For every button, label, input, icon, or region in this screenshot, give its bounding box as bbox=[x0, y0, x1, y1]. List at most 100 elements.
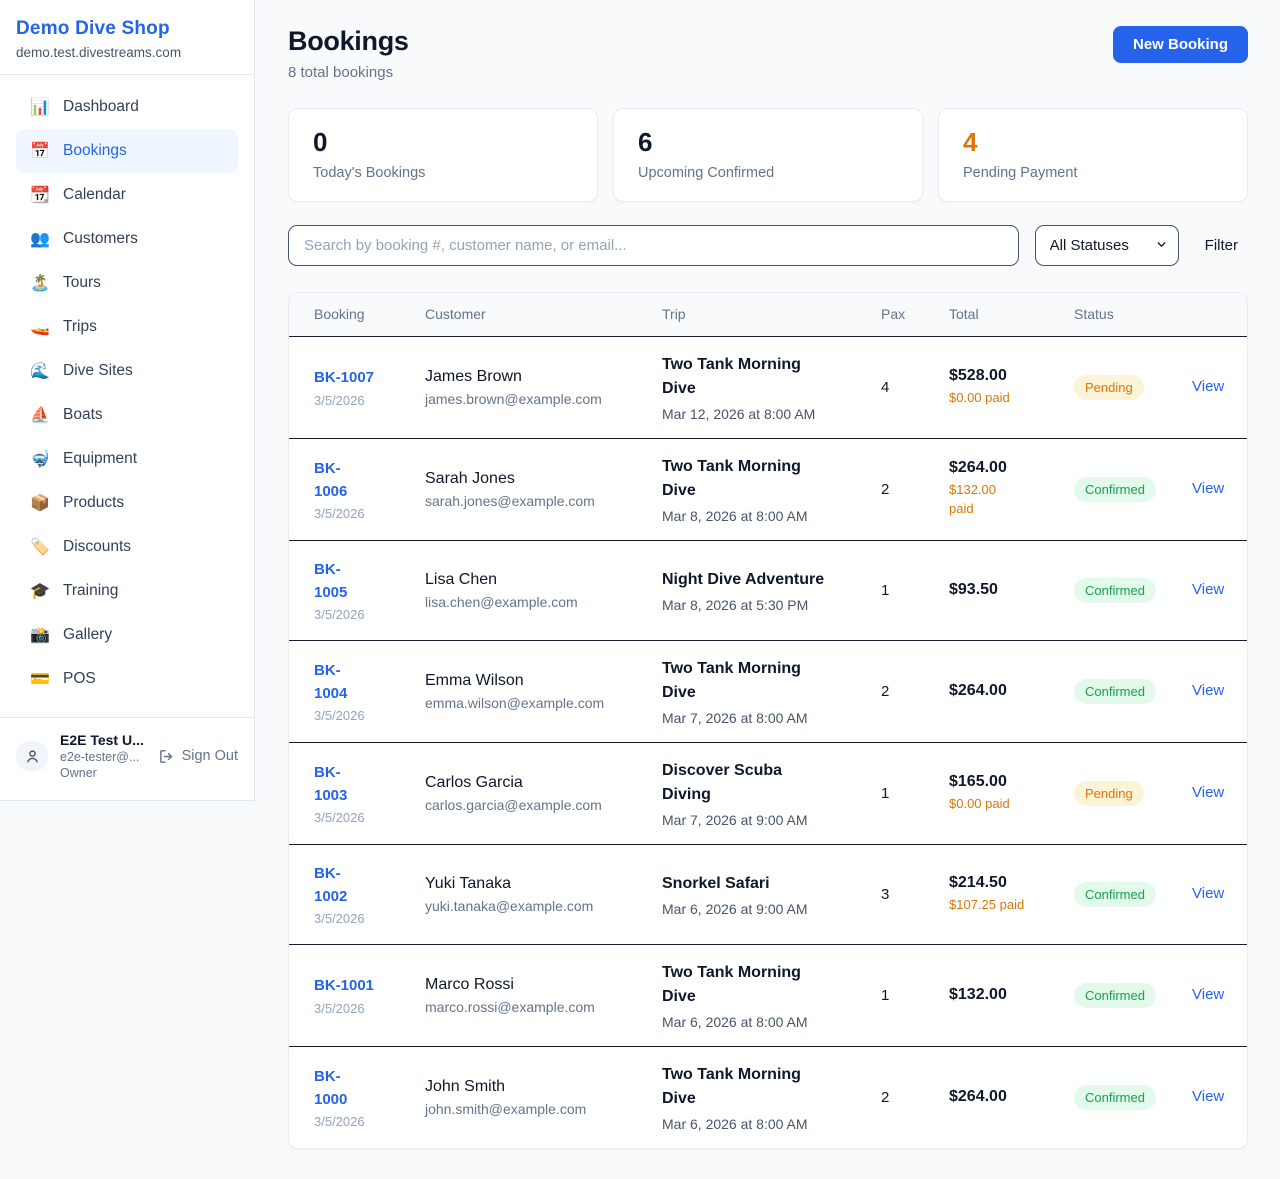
trip-name: Night Dive Adventure bbox=[662, 568, 842, 592]
calendar-icon: 📅 bbox=[30, 141, 50, 161]
customer-name: Sarah Jones bbox=[425, 470, 662, 488]
table-row: BK-1006 3/5/2026 Sarah Jones sarah.jones… bbox=[289, 438, 1247, 540]
booking-id-link[interactable]: BK-1002 bbox=[314, 862, 358, 909]
sign-out-button[interactable]: Sign Out bbox=[158, 748, 238, 765]
stat-label: Upcoming Confirmed bbox=[638, 165, 898, 181]
view-link[interactable]: View bbox=[1192, 986, 1224, 1003]
customer-email: marco.rossi@example.com bbox=[425, 999, 662, 1015]
sidebar-item-pos[interactable]: 💳 POS bbox=[16, 657, 238, 701]
view-link[interactable]: View bbox=[1192, 1088, 1224, 1105]
customer-email: lisa.chen@example.com bbox=[425, 594, 662, 610]
sidebar-item-dashboard[interactable]: 📊 Dashboard bbox=[16, 85, 238, 129]
sidebar-item-trips[interactable]: 🚤 Trips bbox=[16, 305, 238, 349]
total-amount: $264.00 bbox=[949, 682, 1074, 700]
trip-name: Two Tank Morning Dive bbox=[662, 455, 842, 503]
col-booking: Booking bbox=[314, 306, 425, 322]
table-header: Booking Customer Trip Pax Total Status bbox=[289, 293, 1247, 336]
customer-email: sarah.jones@example.com bbox=[425, 493, 662, 509]
stat-value: 0 bbox=[313, 128, 573, 157]
col-status: Status bbox=[1074, 306, 1192, 322]
pax-count: 1 bbox=[881, 582, 949, 599]
sidebar-item-boats[interactable]: ⛵ Boats bbox=[16, 393, 238, 437]
sign-out-icon bbox=[158, 748, 175, 765]
total-amount: $264.00 bbox=[949, 1088, 1074, 1106]
status-badge: Confirmed bbox=[1074, 578, 1156, 603]
table-row: BK-1004 3/5/2026 Emma Wilson emma.wilson… bbox=[289, 640, 1247, 742]
col-pax: Pax bbox=[881, 306, 949, 322]
paid-amount: $0.00 paid bbox=[949, 389, 1074, 408]
trip-name: Two Tank Morning Dive bbox=[662, 961, 842, 1009]
stat-label: Today's Bookings bbox=[313, 165, 573, 181]
user-name: E2E Test U... bbox=[60, 732, 146, 748]
pax-count: 1 bbox=[881, 987, 949, 1004]
customer-name: Carlos Garcia bbox=[425, 774, 662, 792]
booking-id-link[interactable]: BK-1003 bbox=[314, 761, 358, 808]
sidebar-item-bookings[interactable]: 📅 Bookings bbox=[16, 129, 238, 173]
view-link[interactable]: View bbox=[1192, 784, 1224, 801]
customer-name: Lisa Chen bbox=[425, 571, 662, 589]
controls-row: All Statuses Filter bbox=[288, 225, 1248, 266]
search-input[interactable] bbox=[288, 225, 1019, 266]
status-badge: Pending bbox=[1074, 781, 1144, 806]
pax-count: 2 bbox=[881, 1089, 949, 1106]
speedboat-icon: 🚤 bbox=[30, 317, 50, 337]
trip-name: Two Tank Morning Dive bbox=[662, 353, 842, 401]
booking-id-link[interactable]: BK-1001 bbox=[314, 977, 374, 994]
booking-id-link[interactable]: BK-1004 bbox=[314, 659, 358, 706]
sidebar-item-gallery[interactable]: 📸 Gallery bbox=[16, 613, 238, 657]
customer-email: yuki.tanaka@example.com bbox=[425, 898, 662, 914]
booking-id-link[interactable]: BK-1000 bbox=[314, 1065, 358, 1112]
trip-name: Snorkel Safari bbox=[662, 872, 842, 896]
pax-count: 2 bbox=[881, 481, 949, 498]
tearoff-calendar-icon: 📆 bbox=[30, 185, 50, 205]
status-badge: Confirmed bbox=[1074, 882, 1156, 907]
filter-button[interactable]: Filter bbox=[1195, 237, 1248, 254]
bookings-count: 8 total bookings bbox=[288, 64, 409, 81]
status-badge: Confirmed bbox=[1074, 1085, 1156, 1110]
sidebar-item-training[interactable]: 🎓 Training bbox=[16, 569, 238, 613]
user-email: e2e-tester@... bbox=[60, 750, 146, 764]
view-link[interactable]: View bbox=[1192, 378, 1224, 395]
total-amount: $93.50 bbox=[949, 581, 1074, 599]
sidebar-item-products[interactable]: 📦 Products bbox=[16, 481, 238, 525]
table-row: BK-1007 3/5/2026 James Brown james.brown… bbox=[289, 336, 1247, 438]
sidebar-item-discounts[interactable]: 🏷️ Discounts bbox=[16, 525, 238, 569]
trip-datetime: Mar 12, 2026 at 8:00 AM bbox=[662, 406, 881, 422]
pax-count: 4 bbox=[881, 379, 949, 396]
col-trip: Trip bbox=[662, 306, 881, 322]
table-row: BK-1001 3/5/2026 Marco Rossi marco.rossi… bbox=[289, 944, 1247, 1046]
shop-name: Demo Dive Shop bbox=[16, 18, 238, 40]
sidebar-item-dive-sites[interactable]: 🌊 Dive Sites bbox=[16, 349, 238, 393]
sidebar-item-equipment[interactable]: 🤿 Equipment bbox=[16, 437, 238, 481]
sidebar-nav: 📊 Dashboard 📅 Bookings 📆 Calendar 👥 Cust… bbox=[0, 75, 254, 709]
trip-datetime: Mar 8, 2026 at 5:30 PM bbox=[662, 597, 881, 613]
sign-out-label: Sign Out bbox=[182, 748, 238, 764]
graduation-cap-icon: 🎓 bbox=[30, 581, 50, 601]
paid-amount: $107.25 paid bbox=[949, 896, 1074, 915]
new-booking-button[interactable]: New Booking bbox=[1113, 26, 1248, 63]
page-header-text: Bookings 8 total bookings bbox=[288, 26, 409, 81]
view-link[interactable]: View bbox=[1192, 480, 1224, 497]
people-icon: 👥 bbox=[30, 229, 50, 249]
customer-name: John Smith bbox=[425, 1078, 662, 1096]
sidebar-item-calendar[interactable]: 📆 Calendar bbox=[16, 173, 238, 217]
sidebar-item-tours[interactable]: 🏝️ Tours bbox=[16, 261, 238, 305]
view-link[interactable]: View bbox=[1192, 885, 1224, 902]
view-link[interactable]: View bbox=[1192, 581, 1224, 598]
page-header: Bookings 8 total bookings New Booking bbox=[288, 26, 1248, 81]
booking-date: 3/5/2026 bbox=[314, 607, 425, 622]
view-link[interactable]: View bbox=[1192, 682, 1224, 699]
customer-name: Emma Wilson bbox=[425, 672, 662, 690]
bar-chart-icon: 📊 bbox=[30, 97, 50, 117]
tag-icon: 🏷️ bbox=[30, 537, 50, 557]
user-role: Owner bbox=[60, 766, 146, 780]
booking-id-link[interactable]: BK-1006 bbox=[314, 457, 358, 504]
booking-id-link[interactable]: BK-1005 bbox=[314, 558, 358, 605]
stat-card: 0 Today's Bookings bbox=[288, 108, 598, 202]
sidebar-item-customers[interactable]: 👥 Customers bbox=[16, 217, 238, 261]
booking-id-link[interactable]: BK-1007 bbox=[314, 369, 374, 386]
stats-row: 0 Today's Bookings 6 Upcoming Confirmed … bbox=[288, 108, 1248, 202]
user-icon bbox=[24, 748, 41, 765]
status-filter-select[interactable]: All Statuses bbox=[1035, 225, 1179, 266]
total-amount: $132.00 bbox=[949, 986, 1074, 1004]
